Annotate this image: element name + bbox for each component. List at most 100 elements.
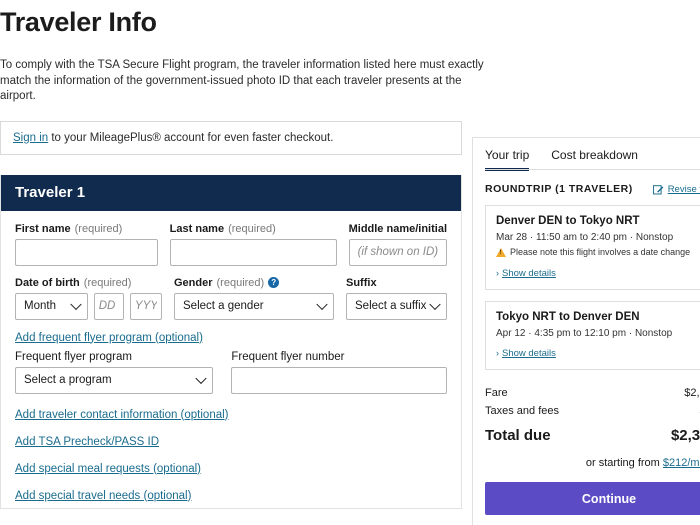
dob-month-select[interactable]: Month (15, 292, 88, 320)
chevron-right-icon: › (496, 348, 499, 358)
sign-in-link[interactable]: Sign in (13, 132, 48, 144)
revise-trip-link[interactable]: Revise this trip (652, 183, 700, 195)
flight-warning-outbound: Please note this flight involves a date … (496, 247, 700, 257)
first-name-label: First name (required) (15, 223, 158, 235)
optional-links-list: Add traveler contact information (option… (15, 409, 447, 502)
add-tsa-precheck-link[interactable]: Add TSA Precheck/PASS ID (15, 436, 447, 448)
dob-required: (required) (83, 276, 132, 289)
last-name-required: (required) (228, 222, 276, 235)
first-name-field: First name (required) (15, 223, 158, 266)
chevron-down-icon (195, 372, 208, 385)
traveler-1-card: Traveler 1 First name (required) Last na… (0, 174, 462, 509)
price-row-fare: Fare $2,275. (485, 384, 700, 402)
page-title: Traveler Info (0, 7, 157, 37)
financing-prefix: or starting from (585, 457, 663, 469)
trip-summary-header: ROUNDTRIP (1 TRAVELER) Revise this trip (485, 183, 700, 195)
frequent-flyer-program-select[interactable]: Select a program (15, 366, 214, 394)
frequent-flyer-program-field: Frequent flyer program Select a program (15, 350, 214, 394)
last-name-field: Last name (required) (169, 223, 337, 266)
total-due-value: $2,372. (670, 427, 700, 444)
financing-monthly-link[interactable]: $212/month (663, 457, 700, 469)
frequent-flyer-row: Frequent flyer program Select a program … (15, 351, 447, 394)
flight-warning-text-outbound: Please note this flight involves a date … (510, 247, 691, 257)
price-summary: Fare $2,275. Taxes and fees $97. Total d… (485, 384, 700, 447)
add-special-meal-requests-link[interactable]: Add special meal requests (optional) (15, 463, 447, 475)
suffix-label: Suffix (346, 277, 447, 289)
name-field-row: First name (required) Last name (require… (15, 223, 447, 266)
price-row-taxes: Taxes and fees $97. (485, 402, 700, 420)
tab-cost-breakdown-label: Cost breakdown (551, 148, 638, 162)
add-frequent-flyer-program-link[interactable]: Add frequent flyer program (optional) (15, 332, 447, 344)
show-details-return[interactable]: › Show details (496, 348, 556, 359)
first-name-required: (required) (74, 222, 123, 235)
tab-your-trip[interactable]: Your trip (485, 148, 530, 171)
signin-banner-text: to your MileagePlus® account for even fa… (48, 131, 334, 144)
taxes-label: Taxes and fees (485, 405, 559, 417)
dob-input-group: Month (15, 292, 162, 320)
dob-day-field (93, 292, 124, 320)
gender-label-text: Gender (174, 276, 213, 289)
first-name-label-text: First name (15, 222, 71, 235)
flight-route-outbound: Denver DEN to Tokyo NRT (496, 215, 640, 227)
gender-required: (required) (216, 276, 265, 289)
suffix-value: Select a suffix (355, 300, 427, 312)
flight-card-outbound[interactable]: Denver DEN to Tokyo NRT Mar 28 · 11:50 a… (485, 205, 700, 290)
dob-label-text: Date of birth (15, 276, 80, 289)
trip-panel-tabs: Your trip Cost breakdown (473, 138, 700, 171)
chevron-right-icon: › (496, 268, 499, 278)
add-traveler-contact-information-link[interactable]: Add traveler contact information (option… (15, 409, 447, 421)
flight-route-return: Tokyo NRT to Denver DEN (496, 311, 640, 323)
last-name-label: Last name (required) (170, 223, 337, 235)
frequent-flyer-program-label: Frequent flyer program (15, 350, 132, 363)
financing-line: or starting from $212/month (485, 457, 700, 469)
roundtrip-title: ROUNDTRIP (1 TRAVELER) (485, 183, 633, 195)
middle-name-input[interactable] (348, 238, 447, 266)
dob-day-input[interactable] (93, 292, 124, 320)
middle-name-label-text: Middle name/initial (348, 222, 447, 235)
traveler-info-page: Traveler Info To comply with the TSA Sec… (0, 0, 700, 525)
signin-banner: Sign in to your MileagePlus® account for… (0, 120, 462, 155)
tabs-underline (485, 168, 700, 170)
middle-name-field: Middle name/initial (348, 222, 447, 266)
edit-pencil-icon (652, 184, 663, 194)
gender-label: Gender (required) ? (174, 277, 334, 289)
fare-label: Fare (485, 387, 508, 399)
fare-value: $2,275. (684, 387, 700, 399)
trip-summary-panel: Your trip Cost breakdown ROUNDTRIP (1 TR… (472, 137, 700, 525)
date-of-birth-field: Date of birth (required) Month (15, 277, 162, 320)
flight-meta-return: Apr 12 · 4:35 pm to 12:10 pm · Nonstop (496, 328, 673, 339)
suffix-label-text: Suffix (346, 276, 377, 289)
flight-card-return[interactable]: Tokyo NRT to Denver DEN Apr 12 · 4:35 pm… (485, 301, 700, 370)
chevron-down-icon (429, 298, 441, 311)
first-name-input[interactable] (15, 238, 158, 266)
add-special-travel-needs-link[interactable]: Add special travel needs (optional) (15, 490, 447, 502)
trip-panel-body: ROUNDTRIP (1 TRAVELER) Revise this trip … (473, 170, 700, 469)
chevron-down-icon (316, 298, 328, 311)
flight-meta-outbound: Mar 28 · 11:50 am to 2:40 pm · Nonstop (496, 232, 674, 243)
warning-triangle-icon (496, 248, 506, 257)
frequent-flyer-program-value: Select a program (24, 374, 112, 386)
show-details-label-return: Show details (502, 347, 556, 359)
gender-select[interactable]: Select a gender (174, 292, 334, 320)
dob-label: Date of birth (required) (15, 277, 162, 289)
suffix-field: Suffix Select a suffix (346, 277, 447, 320)
tsa-secure-flight-note: To comply with the TSA Secure Flight pro… (0, 59, 484, 102)
last-name-label-text: Last name (169, 222, 225, 235)
frequent-flyer-number-input[interactable] (231, 366, 447, 394)
total-due-label: Total due (485, 427, 551, 444)
dob-gender-row: Date of birth (required) Month DD YYYY G… (15, 277, 447, 320)
revise-trip-label: Revise this trip (667, 183, 700, 195)
tab-your-trip-label: Your trip (485, 148, 530, 162)
continue-button[interactable]: Continue (485, 482, 700, 515)
last-name-input[interactable] (169, 238, 337, 266)
traveler-card-title: Traveler 1 (1, 174, 461, 211)
dob-year-input[interactable] (129, 292, 162, 320)
frequent-flyer-number-label: Frequent flyer number (231, 350, 345, 363)
show-details-outbound[interactable]: › Show details (496, 268, 556, 279)
dob-month-value: Month (24, 300, 56, 312)
suffix-select[interactable]: Select a suffix (346, 292, 447, 320)
traveler-form-column: Traveler Info To comply with the TSA Sec… (0, 0, 484, 525)
question-mark-icon[interactable]: ? (268, 277, 280, 288)
tab-cost-breakdown[interactable]: Cost breakdown (551, 148, 638, 170)
traveler-card-body: First name (required) Last name (require… (1, 211, 461, 508)
